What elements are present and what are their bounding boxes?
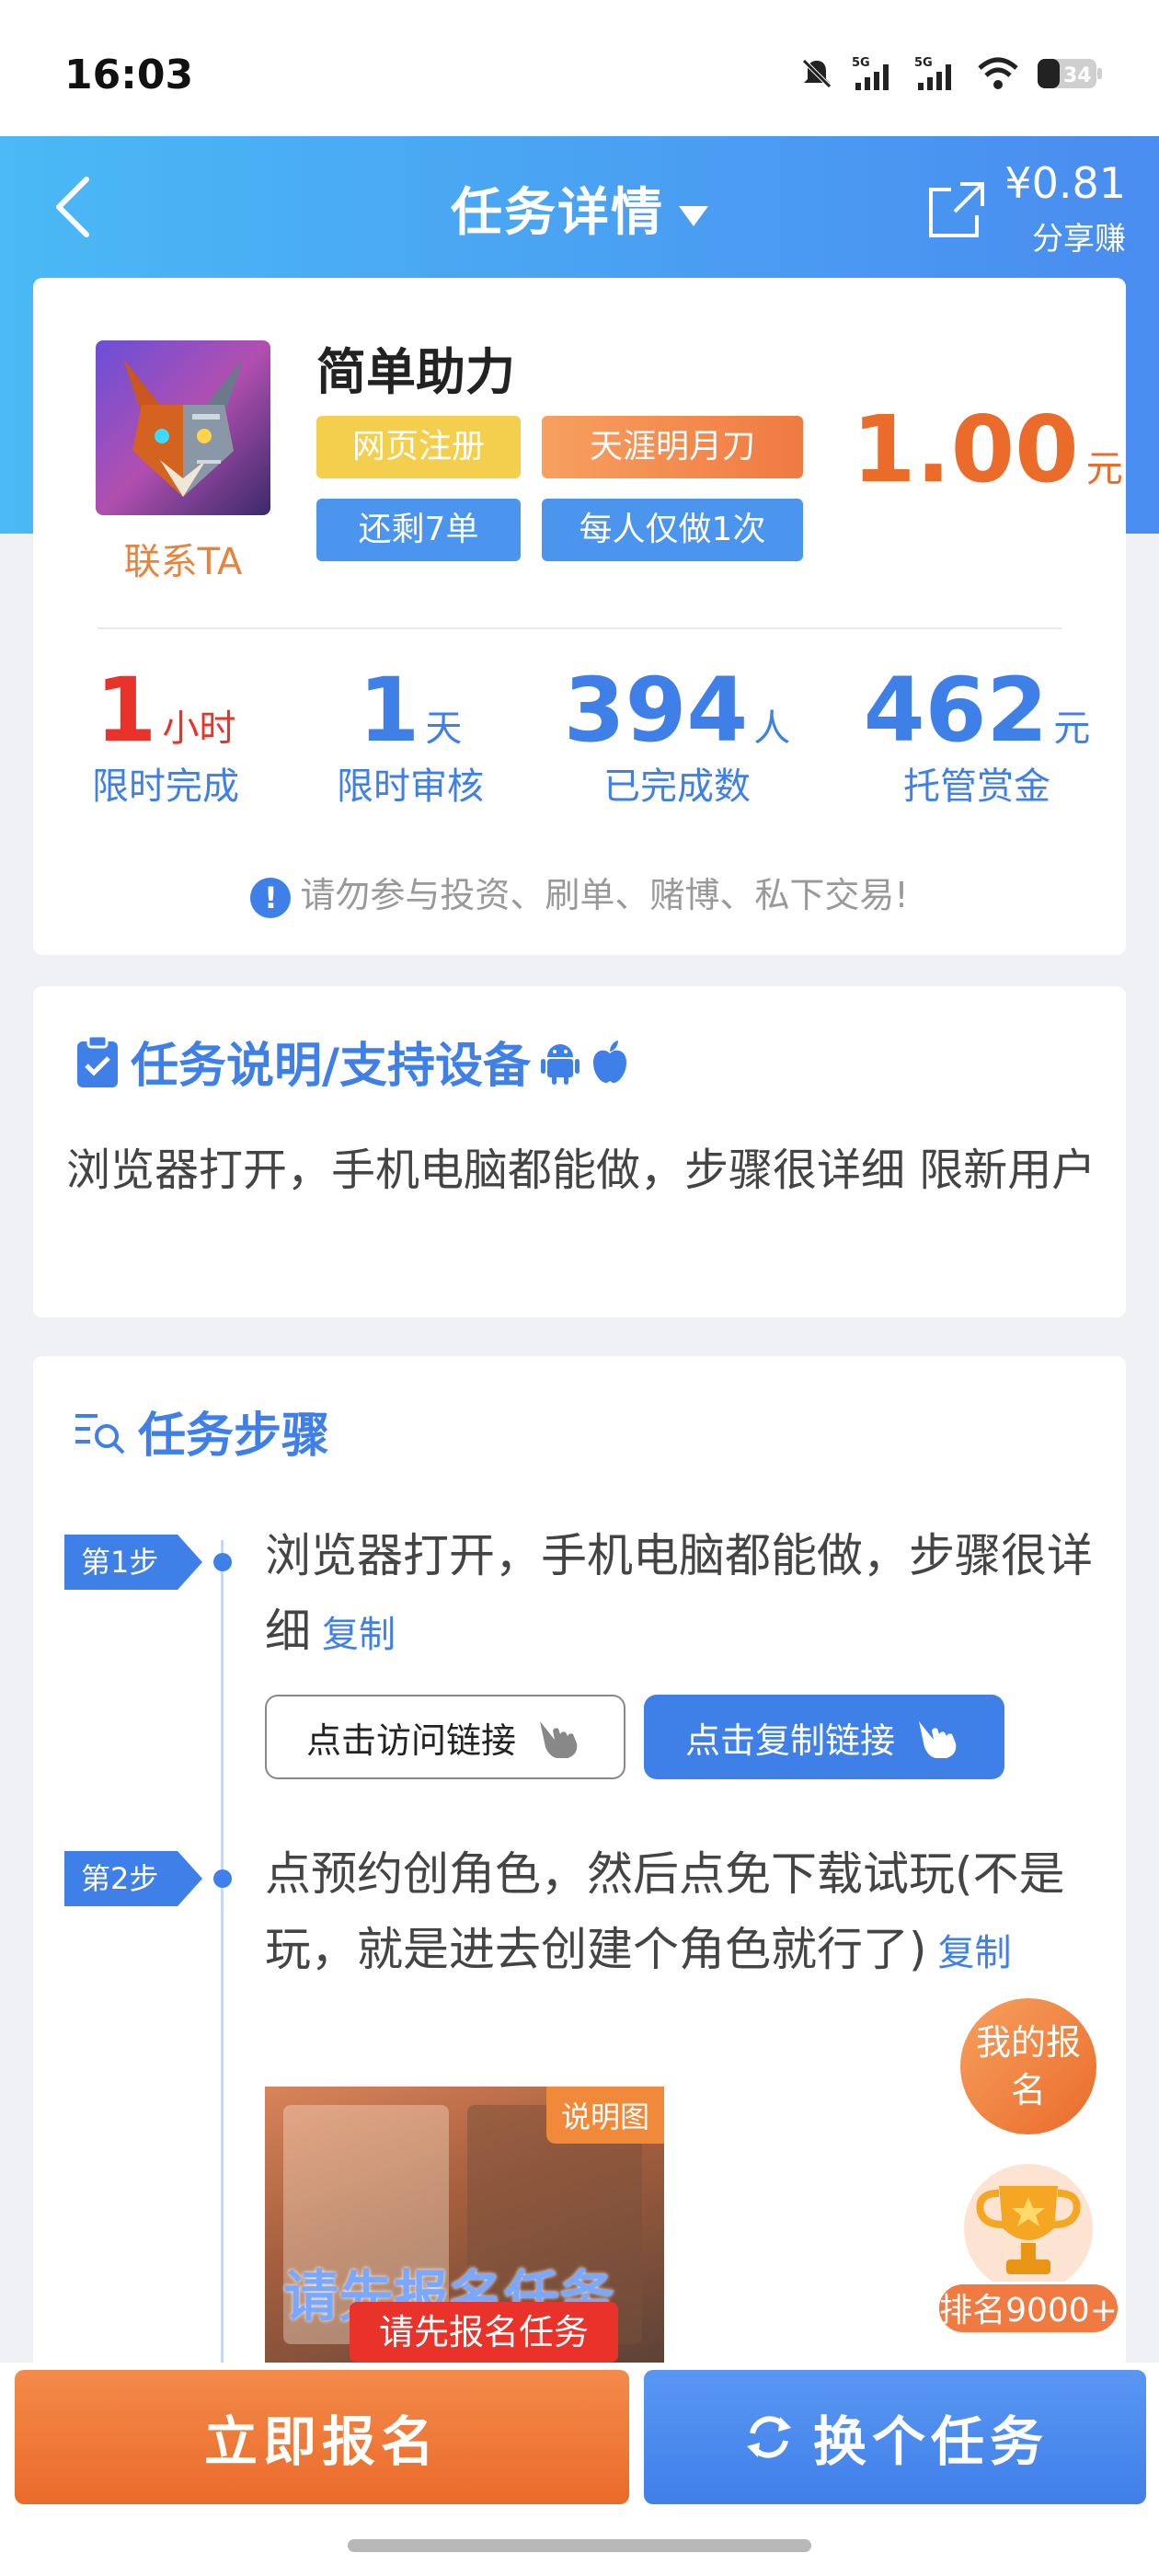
copy-step-2-link[interactable]: 复制: [938, 1932, 1012, 1974]
description-text: 浏览器打开，手机电脑都能做，步骤很详细 限新用户: [66, 1144, 1096, 1196]
status-icons: 5G 5G 34: [798, 55, 1104, 92]
description-title: 任务说明/支持设备: [74, 1027, 630, 1096]
task-name: 简单助力: [316, 343, 515, 401]
task-info-card: 联系TA 简单助力 网页注册 天涯明月刀 还剩7单 每人仅做1次 1.00 元 1…: [33, 278, 1126, 955]
step-badge-1: 第1步: [64, 1535, 202, 1590]
wifi-icon: [978, 57, 1018, 89]
svg-text:5G: 5G: [914, 56, 933, 70]
step-text-1: 浏览器打开，手机电脑都能做，步骤很详细 复制: [265, 1518, 1120, 1673]
android-icon: [541, 1043, 580, 1085]
share-amount: ¥0.81: [1004, 158, 1126, 208]
step-dot: [213, 1553, 232, 1571]
stat-value: 394: [563, 659, 749, 762]
stat-review-limit: 1天 限时审核: [291, 659, 530, 810]
tag-limit: 每人仅做1次: [542, 499, 803, 561]
mute-bell-icon: [802, 59, 832, 88]
list-search-icon: [75, 1413, 125, 1454]
copy-link-label: 点击复制链接: [684, 1719, 895, 1761]
signal-5g-icon-2: 5G: [914, 56, 951, 90]
copy-link-button[interactable]: 点击复制链接: [644, 1695, 1004, 1779]
stat-value: 462: [863, 659, 1049, 762]
refresh-icon: [746, 2416, 791, 2458]
stat-unit: 人: [753, 707, 791, 750]
status-bar: 16:03 5G 5G 34: [0, 0, 1159, 138]
fox-avatar-image: [96, 340, 270, 515]
apple-icon: [593, 1040, 626, 1083]
trophy-icon: [964, 2164, 1093, 2293]
stat-value: 1: [95, 659, 157, 762]
warning-text: 请勿参与投资、刷单、赌博、私下交易!: [300, 875, 909, 915]
stat-unit: 小时: [162, 707, 236, 750]
avatar[interactable]: [96, 340, 270, 515]
price-value: 1.00: [852, 396, 1079, 503]
share-icon: [929, 182, 984, 237]
signup-tooltip: 请先报名任务: [350, 2302, 618, 2379]
steps-title-text: 任务步骤: [138, 1409, 330, 1464]
contact-ta-link[interactable]: 联系TA: [88, 532, 278, 585]
stat-label: 限时审核: [337, 765, 484, 808]
steps-title: 任务步骤: [74, 1397, 329, 1466]
svg-text:5G: 5G: [852, 56, 870, 70]
stat-unit: 天: [425, 707, 463, 750]
stat-unit: 元: [1053, 707, 1091, 750]
battery-icon: 34: [1038, 59, 1102, 88]
step-text-2: 点预约创角色，然后点免下载试玩(不是玩，就是进去创建个角色就行了) 复制: [265, 1836, 1120, 1991]
description-card: 任务说明/支持设备 浏览器打开，手机电脑都能做，步骤很详细 限新用户: [33, 986, 1126, 1317]
stat-completed: 394 人 已完成数: [557, 659, 797, 810]
tag-game: 天涯明月刀: [542, 416, 803, 478]
visit-link-button[interactable]: 点击访问链接: [265, 1695, 625, 1779]
stat-time-limit: 1 小时 限时完成: [46, 659, 285, 810]
tag-category: 网页注册: [316, 416, 521, 478]
rank-float-button[interactable]: 排名9000+: [936, 2164, 1120, 2339]
price-unit: 元: [1085, 448, 1123, 490]
signup-now-label: 立即报名: [203, 2410, 440, 2473]
stat-label: 已完成数: [603, 765, 751, 808]
hand-pointer-icon: [540, 1721, 578, 1758]
share-label: 分享赚: [1032, 221, 1126, 258]
exclamation-icon: !: [250, 877, 292, 918]
dropdown-caret-icon: [679, 205, 708, 226]
clipboard-icon: [77, 1034, 118, 1087]
reward-price: 1.00 元: [852, 396, 1123, 503]
step-dot: [213, 1869, 232, 1888]
home-indicator[interactable]: [348, 2539, 811, 2552]
bottom-action-bar: 立即报名 换个任务: [0, 2363, 1159, 2576]
stat-bounty: 462 元 托管赏金: [857, 659, 1096, 810]
step-badge-2: 第2步: [64, 1851, 202, 1906]
my-signup-label: 我的报名: [975, 2022, 1081, 2110]
stat-label: 限时完成: [92, 765, 239, 808]
rank-label: 排名9000+: [936, 2282, 1120, 2335]
illustration-tag: 说明图: [545, 2087, 664, 2144]
stat-label: 托管赏金: [903, 765, 1050, 808]
hand-pointer-icon: [919, 1721, 957, 1758]
copy-step-1-link[interactable]: 复制: [322, 1614, 396, 1656]
visit-link-label: 点击访问链接: [305, 1719, 516, 1761]
timeline-line: [221, 1540, 224, 2368]
warning-notice: ! 请勿参与投资、刷单、赌博、私下交易!: [33, 867, 1126, 918]
description-title-text: 任务说明/支持设备: [131, 1039, 531, 1094]
divider: [98, 627, 1061, 629]
tag-remaining: 还剩7单: [316, 499, 521, 561]
switch-task-label: 换个任务: [812, 2410, 1049, 2473]
switch-task-button[interactable]: 换个任务: [644, 2370, 1146, 2504]
signal-5g-icon: 5G: [852, 56, 889, 90]
status-time: 16:03: [64, 52, 194, 98]
signup-now-button[interactable]: 立即报名: [15, 2370, 629, 2504]
stat-value: 1: [358, 659, 420, 762]
page-title: 任务详情: [451, 183, 664, 243]
share-earn-button[interactable]: ¥0.81 分享赚: [924, 158, 1126, 259]
my-signup-float-button[interactable]: 我的报名: [960, 1998, 1096, 2134]
battery-level: 34: [1063, 64, 1092, 87]
